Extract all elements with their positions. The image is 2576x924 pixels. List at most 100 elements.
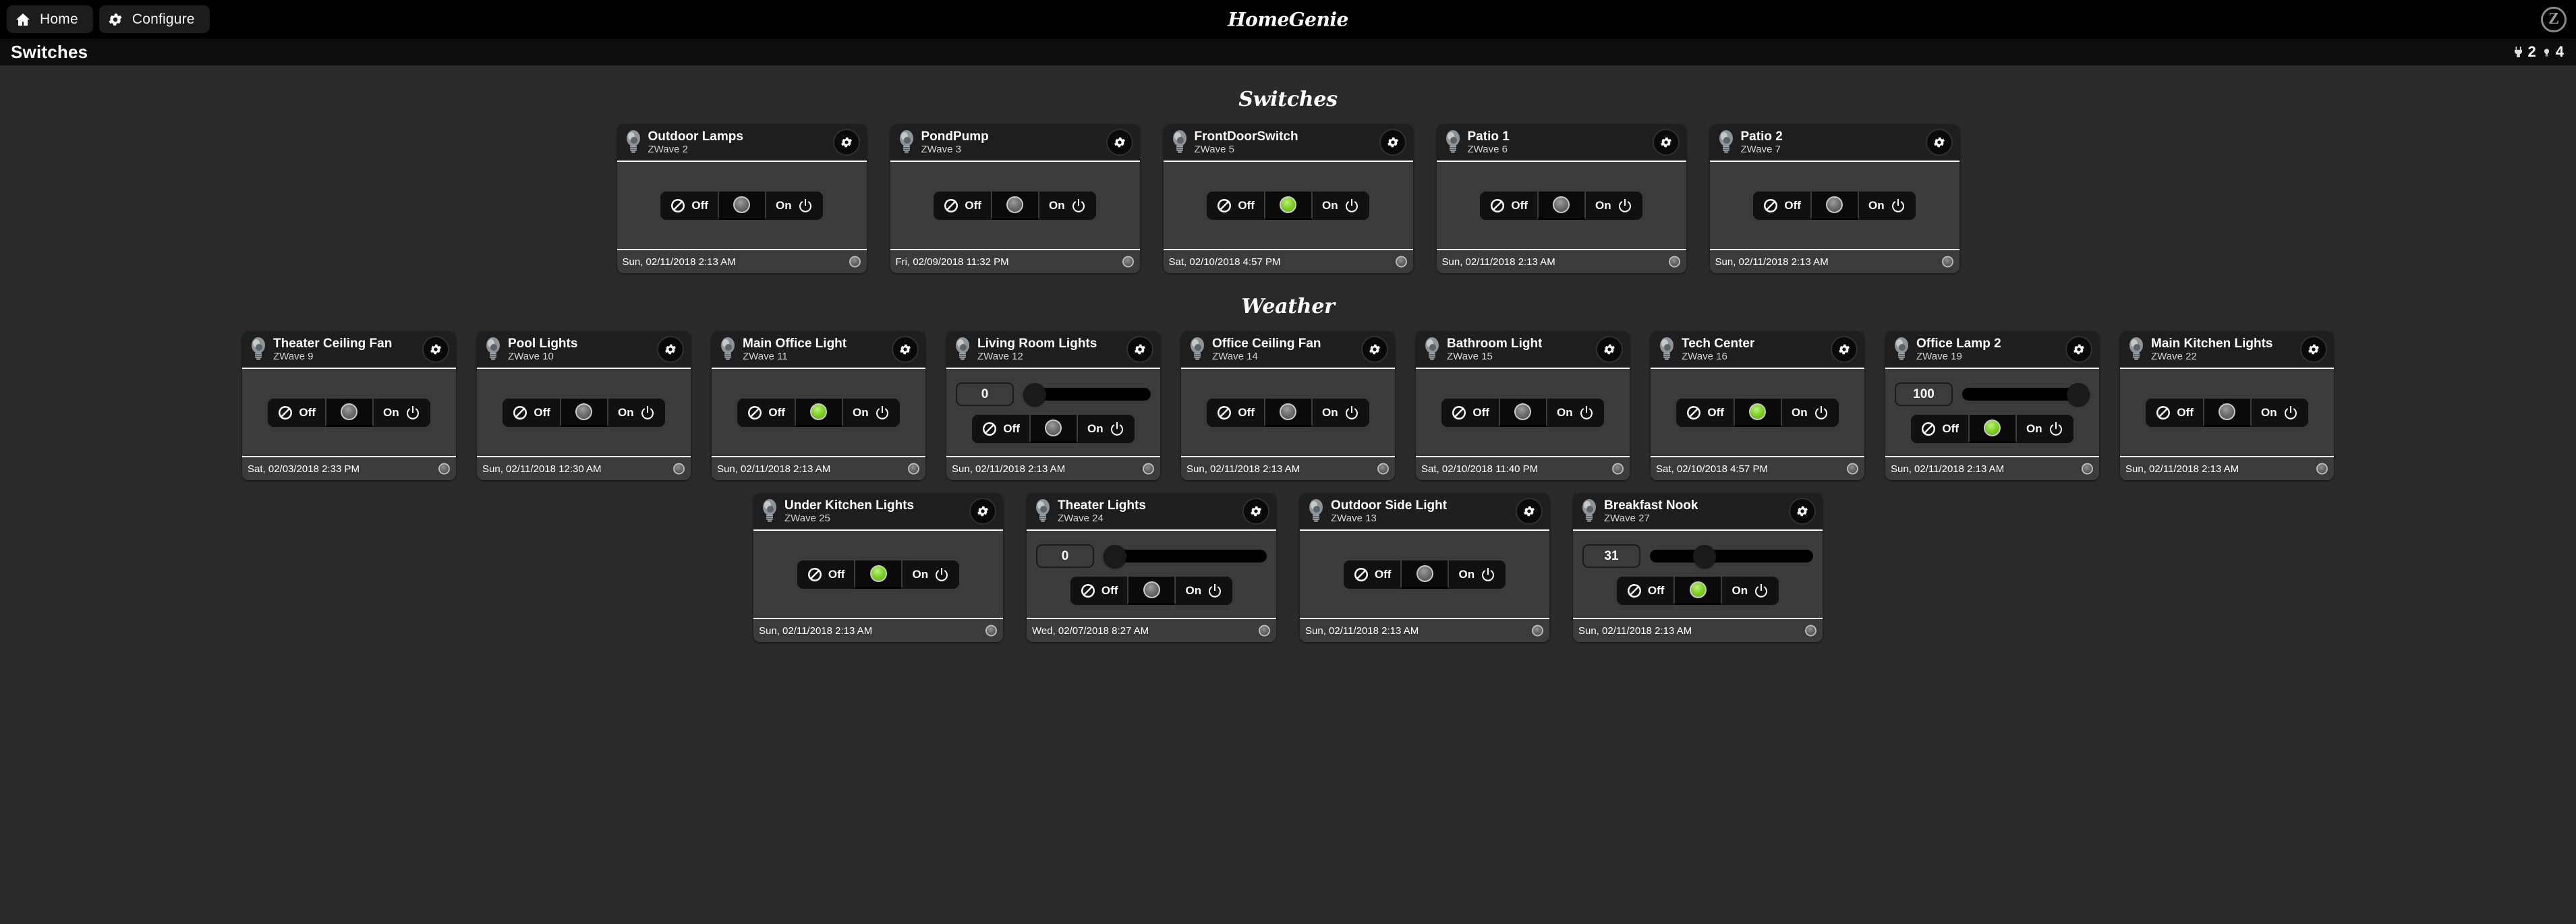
module-settings-button[interactable] [1789,498,1816,525]
lightbulb-icon [625,129,648,155]
module-card[interactable]: Living Room Lights ZWave 12 0 Off On Sun, 02/… [946,331,1160,480]
module-card[interactable]: Patio 2 ZWave 7 Off On Sun, 02/11/2018 2:13 … [1709,124,1959,273]
turn-on-button[interactable]: On [2016,415,2073,443]
module-card[interactable]: Outdoor Side Light ZWave 13 Off On Sun, 02/1… [1300,493,1549,642]
slider-handle[interactable] [1104,544,1126,568]
power-icon [1578,405,1595,421]
slider-handle[interactable] [1693,544,1717,568]
module-card[interactable]: Theater Lights ZWave 24 0 Off On Wed, 02/07/2… [1027,493,1276,642]
module-card[interactable]: Main Kitchen Lights ZWave 22 Off On Sun, 02/… [2120,331,2334,480]
turn-on-button[interactable]: On [373,399,430,427]
turn-off-button[interactable]: Off [1480,192,1537,220]
module-card-footer: Wed, 02/07/2018 8:27 AM [1027,619,1276,642]
module-settings-button[interactable] [832,129,860,156]
turn-off-button[interactable]: Off [1911,415,1968,443]
slider-handle[interactable] [2067,382,2090,406]
turn-on-button[interactable]: On [903,560,960,589]
dimmer-level-input[interactable]: 0 [1036,544,1094,568]
page-title: Switches [11,41,88,62]
turn-on-button[interactable]: On [608,399,665,427]
module-card[interactable]: Pool Lights ZWave 10 Off On Sun, 02/11/2018 … [477,331,691,480]
turn-on-button[interactable]: On [2251,399,2308,427]
status-led [1045,420,1062,436]
turn-on-button[interactable]: On [1547,399,1604,427]
turn-off-button[interactable]: Off [934,192,991,220]
module-settings-button[interactable] [1242,498,1269,525]
module-card[interactable]: FrontDoorSwitch ZWave 5 Off On Sat, 02/10/20… [1163,124,1413,273]
turn-on-button[interactable]: On [1722,577,1779,605]
module-settings-button[interactable] [1379,129,1406,156]
on-label: On [1048,199,1065,212]
module-settings-button[interactable] [892,336,919,363]
dimmer-level-input[interactable]: 31 [1582,544,1640,568]
activity-led [1377,463,1389,475]
module-settings-button[interactable] [657,336,684,363]
dimmer-slider[interactable] [1962,382,2090,406]
module-card[interactable]: PondPump ZWave 3 Off On Fri, 02/09/2018 11:3… [890,124,1140,273]
module-settings-button[interactable] [422,336,449,363]
off-label: Off [828,568,845,581]
turn-off-button[interactable]: Off [1676,399,1734,427]
module-settings-button[interactable] [1652,129,1680,156]
turn-on-button[interactable]: On [1176,577,1233,605]
turn-off-button[interactable]: Off [1753,192,1810,220]
module-settings-button[interactable] [2300,336,2327,363]
turn-on-button[interactable]: On [1585,192,1642,220]
dimmer-slider[interactable] [1104,544,1267,568]
module-card[interactable]: Theater Ceiling Fan ZWave 9 Off On Sat, 02/0… [242,331,456,480]
turn-off-button[interactable]: Off [268,399,325,427]
module-card-header: Patio 1 ZWave 6 [1436,124,1686,162]
turn-off-button[interactable]: Off [1070,577,1128,605]
module-card[interactable]: Breakfast Nook ZWave 27 31 Off On Sun, 02/11/… [1573,493,1823,642]
module-settings-button[interactable] [1831,336,1858,363]
zwave-status-icon[interactable]: Z [2541,6,2567,32]
module-card[interactable]: Bathroom Light ZWave 15 Off On Sat, 02/10/20… [1416,331,1630,480]
dimmer-slider[interactable] [1650,544,1813,568]
module-settings-button[interactable] [1516,498,1543,525]
status-led [1984,420,2001,436]
turn-off-button[interactable]: Off [1343,560,1401,589]
module-card[interactable]: Main Office Light ZWave 11 Off On Sun, 02/11… [712,331,925,480]
turn-off-button[interactable]: Off [660,192,718,220]
module-card[interactable]: Office Lamp 2 ZWave 19 100 Off On Sun, 02/11/… [1885,331,2099,480]
turn-on-button[interactable]: On [1858,192,1916,220]
nav-configure-button[interactable]: Configure [98,5,210,33]
turn-off-button[interactable]: Off [503,399,560,427]
dimmer-level-input[interactable]: 100 [1895,382,1953,406]
turn-off-button[interactable]: Off [1207,192,1264,220]
module-status-led-cell [1400,560,1450,589]
module-settings-button[interactable] [1925,129,1953,156]
turn-off-button[interactable]: Off [1207,399,1264,427]
module-card[interactable]: Under Kitchen Lights ZWave 25 Off On Sun, 02… [753,493,1003,642]
dimmer-slider[interactable] [1023,382,1151,406]
module-settings-button[interactable] [1106,129,1133,156]
turn-on-button[interactable]: On [1077,415,1135,443]
module-name: Theater Ceiling Fan [273,336,393,351]
turn-off-button[interactable]: Off [1441,399,1499,427]
module-card[interactable]: Patio 1 ZWave 6 Off On Sun, 02/11/2018 2:13 … [1436,124,1686,273]
turn-on-button[interactable]: On [842,399,900,427]
turn-off-button[interactable]: Off [797,560,855,589]
turn-off-button[interactable]: Off [972,415,1029,443]
nav-home-button[interactable]: Home [7,5,93,33]
turn-off-button[interactable]: Off [1616,577,1674,605]
module-settings-button[interactable] [969,498,996,525]
turn-on-button[interactable]: On [1312,399,1369,427]
turn-on-button[interactable]: On [1312,192,1369,220]
module-settings-button[interactable] [1361,336,1388,363]
slider-handle[interactable] [1023,382,1046,406]
turn-on-button[interactable]: On [766,192,823,220]
module-settings-button[interactable] [1596,336,1623,363]
dimmer-level-input[interactable]: 0 [956,382,1014,406]
turn-off-button[interactable]: Off [2146,399,2203,427]
status-led [869,565,887,582]
turn-off-button[interactable]: Off [737,399,795,427]
module-card[interactable]: Tech Center ZWave 16 Off On Sat, 02/10/2018 … [1651,331,1864,480]
turn-on-button[interactable]: On [1449,560,1506,589]
turn-on-button[interactable]: On [1781,399,1839,427]
module-settings-button[interactable] [1126,336,1153,363]
turn-on-button[interactable]: On [1039,192,1096,220]
module-card[interactable]: Office Ceiling Fan ZWave 14 Off On Sun, 02/1… [1181,331,1395,480]
module-card[interactable]: Outdoor Lamps ZWave 2 Off On Sun, 02/11/2018… [617,124,867,273]
module-settings-button[interactable] [2065,336,2092,363]
